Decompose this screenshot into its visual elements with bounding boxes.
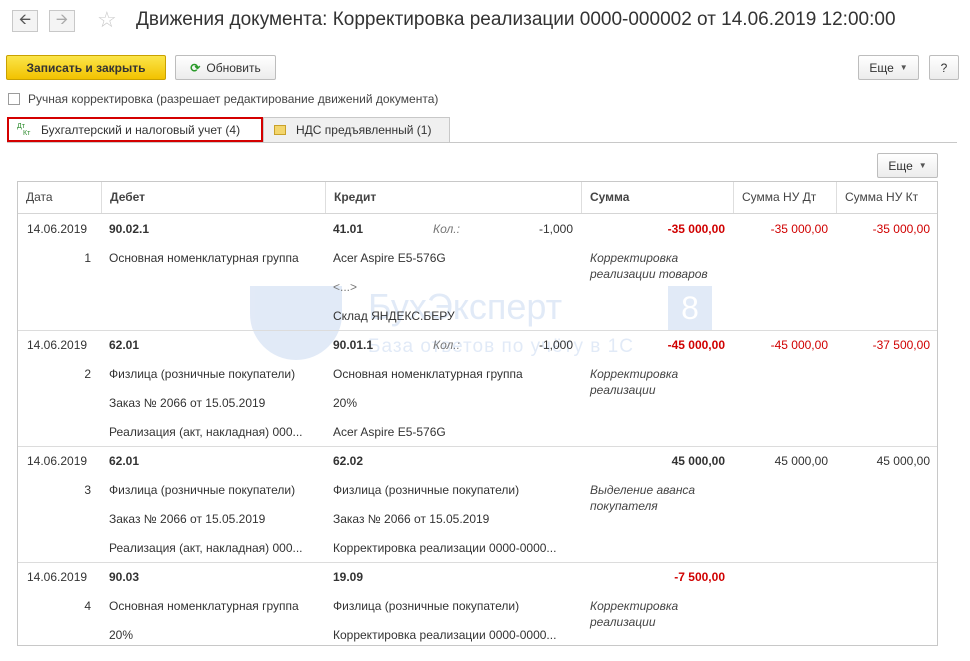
credit-subconto: 20% [333,396,358,410]
tab-vat-label: НДС предъявленный (1) [296,123,432,137]
back-button[interactable]: 🡨 [12,10,38,32]
debit-subconto: Заказ № 2066 от 15.05.2019 [109,512,266,526]
refresh-icon: ⟳ [190,60,201,75]
star-icon[interactable]: ☆ [97,9,117,31]
row-number: 4 [84,599,91,613]
help-button[interactable]: ? [929,55,959,80]
movements-table[interactable]: Дата Дебет Кредит Сумма Сумма НУ Дт Сумм… [17,181,938,646]
credit-subconto: <...> [333,280,358,294]
page-title: Движения документа: Корректировка реализ… [136,9,896,30]
chevron-down-icon: ▼ [899,63,908,72]
row-date: 14.06.2019 [27,570,88,584]
row-sum: -7 500,00 [674,570,725,584]
row-comment: Корректировка [590,367,679,381]
column-nu-dt[interactable]: Сумма НУ Дт [733,182,836,213]
debit-subconto: Основная номенклатурная группа [109,599,299,613]
manual-correction-checkbox[interactable] [8,93,20,105]
debit-subconto: Физлица (розничные покупатели) [109,367,296,381]
credit-subconto: Acer Aspire E5-576G [333,251,446,265]
row-sum: 45 000,00 [671,454,725,468]
debit-subconto: Заказ № 2066 от 15.05.2019 [109,396,266,410]
credit-account: 19.09 [333,570,364,584]
table-more-button[interactable]: Еще ▼ [877,153,938,178]
row-sum: -45 000,00 [667,338,725,352]
column-sum[interactable]: Сумма [581,182,733,213]
tab-vat[interactable]: НДС предъявленный (1) [263,117,450,142]
credit-subconto: Склад ЯНДЕКС.БЕРУ [333,309,455,323]
row-comment: реализации товаров [590,267,708,281]
save-close-button[interactable]: Записать и закрыть [6,55,166,80]
debit-account: 62.01 [109,338,140,352]
debit-account: 62.01 [109,454,140,468]
debit-subconto: 20% [109,628,134,642]
credit-account: 62.02 [333,454,364,468]
row-comment: Корректировка [590,251,679,265]
credit-account: 90.01.1 [333,338,374,352]
arrow-right-icon: 🡪 [55,10,69,28]
tab-accounting-label: Бухгалтерский и налоговый учет (4) [41,122,241,137]
refresh-button[interactable]: ⟳ Обновить [175,55,276,80]
debit-subconto: Физлица (розничные покупатели) [109,483,296,497]
row-comment: Корректировка [590,599,679,613]
table-row[interactable]: 14.06.2019 3 62.01 Физлица (розничные по… [18,446,937,563]
credit-subconto: Acer Aspire E5-576G [333,425,446,439]
row-comment: Выделение аванса [590,483,696,497]
credit-account: 41.01 [333,222,364,236]
table-header: Дата Дебет Кредит Сумма Сумма НУ Дт Сумм… [18,182,937,214]
register-icon [274,125,286,135]
row-nu-kt: 45 000,00 [876,454,930,468]
row-number: 3 [84,483,91,497]
credit-subconto: Физлица (розничные покупатели) [333,483,520,497]
table-row[interactable]: 14.06.2019 2 62.01 Физлица (розничные по… [18,330,937,447]
row-nu-dt: -35 000,00 [770,222,828,236]
quantity-label: Кол.: [433,222,460,236]
column-credit[interactable]: Кредит [325,182,581,213]
more-label: Еще [869,60,894,75]
forward-button[interactable]: 🡪 [49,10,75,32]
arrow-left-icon: 🡨 [18,10,32,28]
row-nu-dt: 45 000,00 [774,454,828,468]
chevron-down-icon: ▼ [918,161,927,170]
debit-subconto: Реализация (акт, накладная) 000... [109,425,303,439]
row-comment: покупателя [590,499,658,513]
row-nu-dt: -45 000,00 [770,338,828,352]
column-debit[interactable]: Дебет [101,182,325,213]
debit-subconto: Основная номенклатурная группа [109,251,299,265]
row-nu-kt: -35 000,00 [872,222,930,236]
row-comment: реализации [590,615,656,629]
quantity-value: -1,000 [538,338,573,352]
credit-subconto: Основная номенклатурная группа [333,367,523,381]
credit-subconto: Физлица (розничные покупатели) [333,599,520,613]
quantity-label: Кол.: [433,338,460,352]
table-row[interactable]: 14.06.2019 1 90.02.1 Основная номенклату… [18,214,937,331]
row-date: 14.06.2019 [27,338,88,352]
row-nu-kt: -37 500,00 [872,338,930,352]
quantity-value: -1,000 [538,222,573,236]
tab-accounting[interactable]: Дт Кт Бухгалтерский и налоговый учет (4) [7,117,263,142]
table-row[interactable]: 14.06.2019 4 90.03 Основная номенклатурн… [18,562,937,645]
credit-subconto: Заказ № 2066 от 15.05.2019 [333,512,490,526]
row-comment: реализации [590,383,656,397]
more-button[interactable]: Еще ▼ [858,55,919,80]
debit-subconto: Реализация (акт, накладная) 000... [109,541,303,555]
credit-subconto: Корректировка реализации 0000-0000... [333,628,557,642]
manual-correction-label: Ручная корректировка (разрешает редактир… [28,92,439,106]
credit-subconto: Корректировка реализации 0000-0000... [333,541,557,555]
table-more-label: Еще [888,158,913,173]
column-nu-kt[interactable]: Сумма НУ Кт [836,182,937,213]
dt-kt-icon: Дт Кт [17,122,31,137]
refresh-label: Обновить [206,60,261,75]
debit-account: 90.03 [109,570,140,584]
row-date: 14.06.2019 [27,454,88,468]
row-number: 1 [84,251,91,265]
row-date: 14.06.2019 [27,222,88,236]
tab-divider [7,142,957,143]
row-number: 2 [84,367,91,381]
debit-account: 90.02.1 [109,222,150,236]
row-sum: -35 000,00 [667,222,725,236]
column-date[interactable]: Дата [18,182,101,213]
